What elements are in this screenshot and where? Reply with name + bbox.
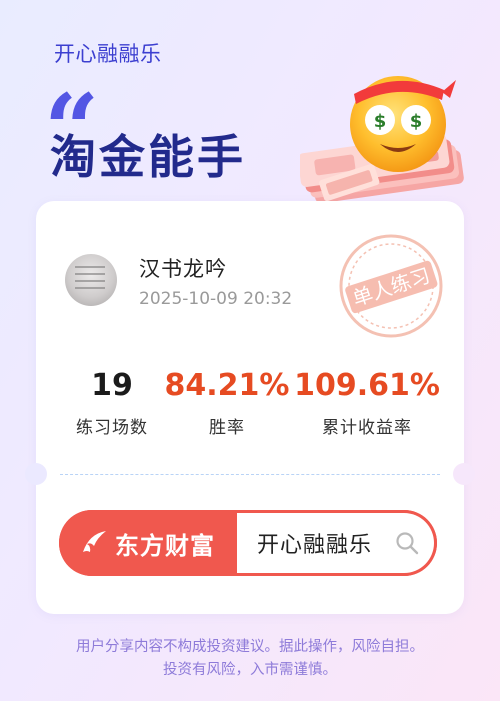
stat-practice-count: 19 练习场数 <box>70 368 154 439</box>
svg-text:$: $ <box>374 111 387 132</box>
stat-value: 109.61% <box>294 368 440 403</box>
svg-text:$: $ <box>410 111 423 132</box>
money-eyes-emoji-icon: $ $ <box>350 76 456 172</box>
brand-name: 开心融融乐 <box>54 42 162 66</box>
stamp-text: 单人练习 <box>350 263 434 311</box>
avatar-image <box>75 266 105 292</box>
stat-win-rate: 84.21% 胜率 <box>164 368 290 439</box>
search-query: 开心融融乐 <box>257 533 373 558</box>
ticket-notch-right <box>453 463 475 485</box>
stat-value: 84.21% <box>164 368 290 403</box>
search-icon[interactable] <box>394 530 420 556</box>
eastmoney-brand: 东方财富 <box>59 510 235 576</box>
search-input[interactable]: 开心融融乐 <box>237 513 434 573</box>
stat-cumulative-return: 109.61% 累计收益率 <box>292 368 442 439</box>
username: 汉书龙吟 <box>139 257 227 281</box>
avatar[interactable] <box>65 254 117 306</box>
eastmoney-label: 东方财富 <box>115 531 215 560</box>
disclaimer-line-1: 用户分享内容不构成投资建议。据此操作，风险自担。 <box>76 639 424 655</box>
eastmoney-logo-icon <box>83 531 106 552</box>
stat-label: 胜率 <box>209 418 245 438</box>
dashed-divider <box>60 474 440 475</box>
disclaimer-line-2: 投资有风险，入市需谨慎。 <box>163 662 337 678</box>
timestamp: 2025-10-09 20:32 <box>139 289 293 309</box>
practice-stamp: 单人练习 <box>339 234 443 338</box>
stat-label: 累计收益率 <box>322 418 412 438</box>
ticket-notch-left <box>25 463 47 485</box>
disclaimer: 用户分享内容不构成投资建议。据此操作，风险自担。 投资有风险，入市需谨慎。 <box>0 636 500 682</box>
result-card: 汉书龙吟 2025-10-09 20:32 单人练习 19 练习场数 84.21… <box>25 201 475 614</box>
page-title: 淘金能手 <box>50 130 246 184</box>
stat-value: 19 <box>91 368 133 403</box>
search-bar[interactable]: 东方财富 开心融融乐 <box>59 510 437 576</box>
stat-label: 练习场数 <box>76 418 148 438</box>
